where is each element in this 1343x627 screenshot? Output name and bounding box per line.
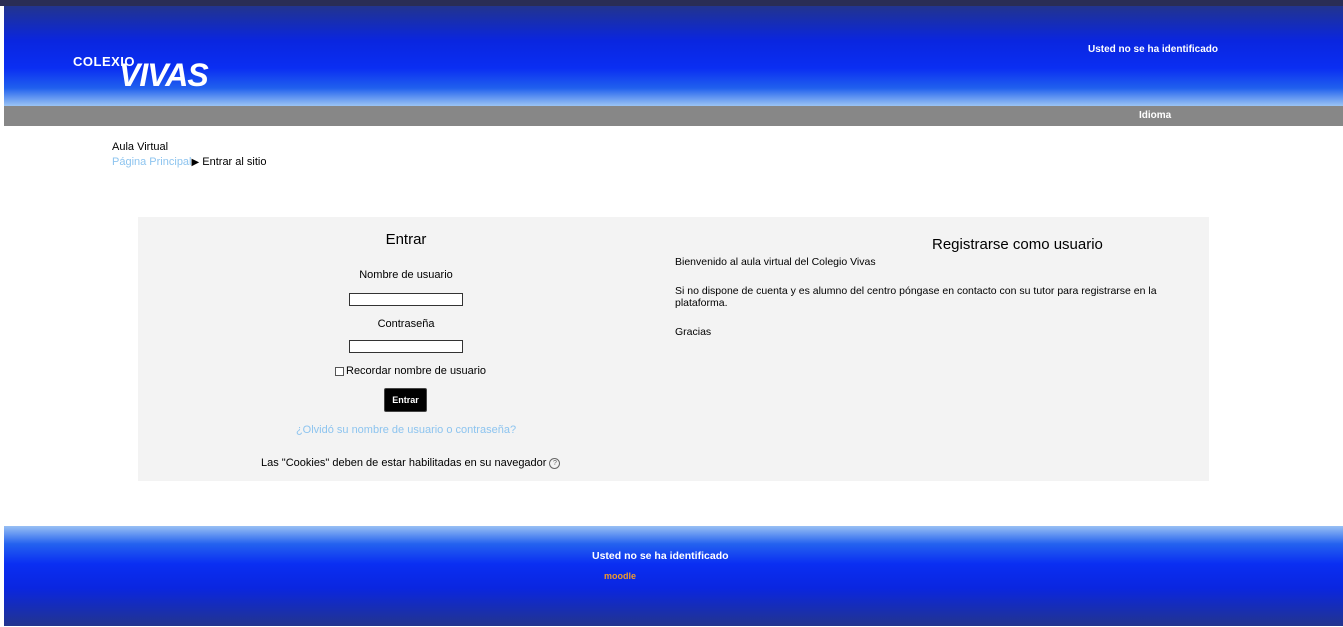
nav-bar: Idioma (4, 106, 1343, 126)
username-input[interactable] (349, 293, 463, 306)
login-title: Entrar (385, 231, 427, 248)
cookies-notice: Las "Cookies" deben de estar habilitadas… (261, 457, 561, 469)
breadcrumb-separator-icon: ▶ (191, 157, 200, 168)
password-label: Contraseña (377, 318, 435, 330)
login-section: Entrar Nombre de usuario Contraseña Reco… (138, 217, 674, 481)
remember-username-row: Recordar nombre de usuario (335, 365, 486, 377)
remember-username-label[interactable]: Recordar nombre de usuario (346, 365, 486, 377)
site-header: COLEXIO VIVAS Usted no se ha identificad… (4, 6, 1343, 106)
site-footer: Usted no se ha identificado moodle (4, 526, 1343, 626)
register-section: Registrarse como usuario Bienvenido al a… (675, 217, 1209, 481)
moodle-logo[interactable]: moodle (604, 571, 636, 581)
language-menu[interactable]: Idioma (1139, 110, 1171, 121)
help-icon[interactable]: ? (549, 457, 561, 469)
password-input[interactable] (349, 340, 463, 353)
page: COLEXIO VIVAS Usted no se ha identificad… (0, 0, 1343, 627)
breadcrumb-current: Entrar al sitio (202, 156, 267, 168)
cookies-text: Las "Cookies" deben de estar habilitadas… (261, 457, 547, 469)
register-title: Registrarse como usuario (932, 236, 1103, 253)
footer-login-info: Usted no se ha identificado (592, 550, 729, 562)
remember-username-checkbox[interactable] (335, 366, 344, 376)
register-info: Si no dispone de cuenta y es alumno del … (675, 285, 1157, 309)
breadcrumb: Aula Virtual Página Principal▶ Entrar al… (112, 140, 266, 170)
breadcrumb-home-link[interactable]: Página Principal (112, 156, 192, 168)
header-login-info: Usted no se ha identificado (1088, 44, 1219, 55)
forgot-password-link[interactable]: ¿Olvidó su nombre de usuario o contraseñ… (138, 424, 674, 436)
site-name: Aula Virtual (112, 141, 169, 153)
register-thanks: Gracias (675, 326, 712, 338)
colexio-vivas-logo[interactable]: COLEXIO VIVAS (73, 54, 233, 96)
logo-text-big: VIVAS (119, 57, 209, 93)
username-label: Nombre de usuario (359, 269, 453, 281)
login-submit-button[interactable]: Entrar (384, 388, 427, 412)
register-welcome: Bienvenido al aula virtual del Colegio V… (675, 256, 876, 268)
login-panel: Entrar Nombre de usuario Contraseña Reco… (138, 217, 1209, 481)
